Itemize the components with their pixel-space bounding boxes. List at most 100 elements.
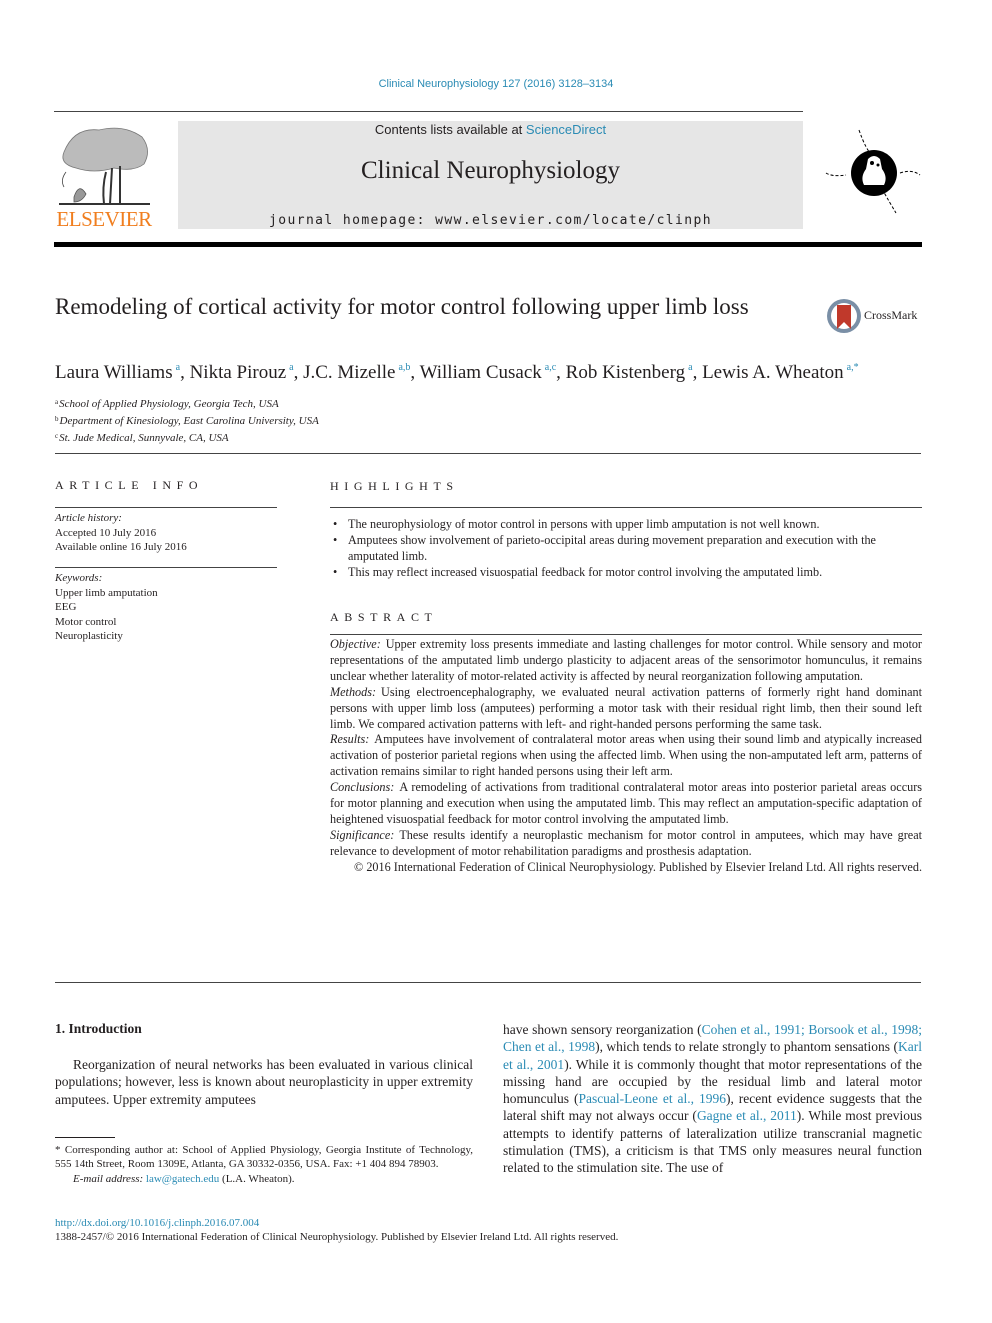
contents-prefix: Contents lists available at [374,122,526,137]
affiliation: aSchool of Applied Physiology, Georgia T… [55,395,319,412]
keyword: Motor control [55,615,117,628]
journal-masthead: Contents lists available at ScienceDirec… [178,121,803,229]
author-list: Laura Williams a, Nikta Pirouz a, J.C. Miz… [55,362,859,383]
abstract-end-rule [55,982,921,983]
email-suffix: (L.A. Wheaton). [219,1172,295,1185]
issn-copyright-line: 1388-2457/© 2016 International Federatio… [55,1231,619,1243]
author-name: Nikta Pirouz [189,362,287,383]
abstract-section-text: Upper extremity loss presents immediate … [330,637,922,683]
abstract-body: Objective: Upper extremity loss presents … [330,637,922,876]
abstract-section-label: Conclusions: [330,780,395,795]
email-link[interactable]: law@gatech.edu [146,1173,219,1185]
neurophysiology-emblem-icon [825,129,921,214]
article-history: Article history: Accepted 10 July 2016 A… [55,511,277,555]
contents-line: Contents lists available at ScienceDirec… [178,122,803,137]
article-title: Remodeling of cortical activity for moto… [55,294,749,319]
author-affiliation-marker[interactable]: a [688,362,692,373]
abstract-section-label: Methods: [330,684,377,699]
header-rule [54,111,803,112]
journal-citation-link[interactable]: Clinical Neurophysiology 127 (2016) 3128… [0,78,992,90]
crossmark-label: CrossMark [864,308,918,322]
highlights-list: The neurophysiology of motor control in … [330,516,922,580]
author-name: Laura Williams [55,362,173,383]
abstract-heading: ABSTRACT [330,610,438,624]
author-affiliation-marker[interactable]: a [289,362,293,373]
elsevier-tree-icon [59,127,150,205]
homepage-prefix: journal homepage: [269,213,436,228]
highlight-item: This may reflect increased visuospatial … [330,564,922,580]
abstract-conclusions: Conclusions: A remodeling of activations … [330,780,922,828]
affiliation: bDepartment of Kinesiology, East Carolin… [55,412,319,429]
corresponding-author-text: * Corresponding author at: School of App… [55,1144,473,1171]
sciencedirect-link[interactable]: ScienceDirect [526,122,606,137]
abstract-significance: Significance: These results identify a ne… [330,828,922,860]
highlight-item: Amputees show involvement of parieto-occ… [330,532,922,564]
email-line: E-mail address: law@gatech.edu (L.A. Whe… [55,1172,473,1186]
author-name: Rob Kistenberg [565,362,686,383]
journal-emblem [824,125,922,217]
keywords-rule [55,567,277,568]
author-name: Lewis A. Wheaton [702,362,844,383]
affiliation-text: St. Jude Medical, Sunnyvale, CA, USA [59,432,229,444]
affiliation-key: b [55,415,59,423]
journal-name: Clinical Neurophysiology [361,157,620,184]
author[interactable]: Nikta Pirouz a [190,362,294,383]
author-affiliation-marker[interactable]: a [176,362,180,373]
highlights-rule [330,507,922,508]
introduction-paragraph-left: Reorganization of neural networks has be… [55,1057,473,1107]
author-affiliation-marker[interactable]: a,c [545,362,556,373]
affiliations: aSchool of Applied Physiology, Georgia T… [55,395,319,446]
author[interactable]: J.C. Mizelle a,b [303,362,410,383]
abstract-section-text: A remodeling of activations from traditi… [330,780,922,826]
doi-link[interactable]: http://dx.doi.org/10.1016/j.clinph.2016.… [55,1217,259,1229]
abstract-section-label: Significance: [330,827,395,842]
journal-homepage: journal homepage: www.elsevier.com/locat… [178,213,803,228]
introduction-heading: 1. Introduction [55,1021,142,1036]
article-info-heading: ARTICLE INFO [55,478,204,492]
footnote-rule [55,1137,115,1138]
abstract-section-text: Using electroencephalography, we evaluat… [330,684,922,731]
author[interactable]: Laura Williams a [55,362,180,383]
citation-link[interactable]: Gagne et al., 2011 [697,1108,797,1123]
affiliation: cSt. Jude Medical, Sunnyvale, CA, USA [55,429,319,446]
affiliation-key: a [55,398,59,406]
abstract-objective: Objective: Upper extremity loss presents … [330,637,922,685]
affiliation-text: Department of Kinesiology, East Carolina… [59,415,319,427]
highlight-item: The neurophysiology of motor control in … [330,516,922,532]
abstract-copyright: © 2016 International Federation of Clini… [354,859,922,874]
corresponding-author-footnote: * Corresponding author at: School of App… [55,1143,473,1186]
keyword: EEG [55,601,77,613]
keywords: Keywords: Upper limb amputation EEG Moto… [55,571,277,644]
author[interactable]: William Cusack a,c [420,362,557,383]
keyword: Neuroplasticity [55,630,123,642]
article-info-rule [55,507,277,508]
author-affiliation-marker[interactable]: a,b [398,362,410,373]
paragraph-text: ), which tends to relate strongly to pha… [595,1039,898,1055]
crossmark-icon [827,299,861,333]
abstract-section-text: These results identify a neuroplastic me… [330,827,922,858]
crossmark-button[interactable]: CrossMark [826,298,926,334]
paragraph-text: have shown sensory reorganization ( [503,1022,702,1037]
elsevier-wordmark: ELSEVIER [56,207,152,231]
author[interactable]: Rob Kistenberg a [566,362,693,383]
accepted-date: Accepted 10 July 2016 [55,526,157,539]
highlights-heading: HIGHLIGHTS [330,479,459,493]
citation-link[interactable]: Pascual-Leone et al., 1996 [578,1091,726,1106]
abstract-section-label: Results: [330,732,370,747]
article-history-label: Article history: [55,512,122,524]
author-name: William Cusack [419,362,542,383]
author-affiliation-marker[interactable]: a,* [847,362,859,373]
abstract-results: Results: Amputees have involvement of con… [330,732,922,780]
author-name: J.C. Mizelle [303,362,396,383]
abstract-methods: Methods: Using electroencephalography, we… [330,685,922,733]
keywords-label: Keywords: [55,572,103,584]
abstract-rule [330,634,922,635]
abstract-section-label: Objective: [330,637,381,651]
author[interactable]: Lewis A. Wheaton a,* [702,362,859,383]
abstract-section-text: Amputees have involvement of contralater… [330,732,922,779]
elsevier-logo[interactable]: ELSEVIER [54,122,154,232]
affiliation-text: School of Applied Physiology, Georgia Te… [59,398,279,410]
available-online-date: Available online 16 July 2016 [55,541,187,553]
homepage-url-link[interactable]: www.elsevier.com/locate/clinph [435,213,712,228]
front-matter-rule [55,453,921,454]
